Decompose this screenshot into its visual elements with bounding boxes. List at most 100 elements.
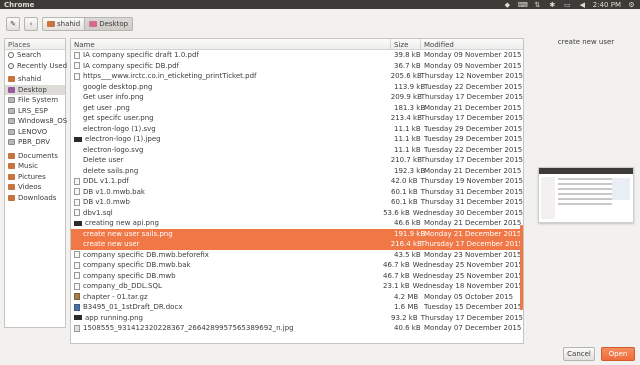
music-folder-icon xyxy=(8,163,15,170)
keyboard-icon[interactable]: ⌨ xyxy=(518,1,528,8)
file-row[interactable]: company specific DB.mwb.bak 46.7 kB Wednes… xyxy=(71,260,523,271)
sidebar-item-label: Music xyxy=(18,162,38,171)
file-name-cell: create new user xyxy=(71,240,388,248)
file-row[interactable]: https___www.irctc.co.in_eticketing_print… xyxy=(71,71,523,82)
type-location-button[interactable]: ✎ xyxy=(6,16,20,31)
file-row[interactable]: app running.png 93.2 kB Thursday 17 Decemb… xyxy=(71,313,523,324)
sidebar-item-label: Downloads xyxy=(18,193,57,202)
sidebar-item-music[interactable]: Music xyxy=(5,161,65,172)
file-row[interactable]: Delete user 210.7 kB Thursday 17 December … xyxy=(71,155,523,166)
file-icon xyxy=(74,72,80,80)
file-name: delete sails.png xyxy=(83,166,139,175)
file-name: electron-logo.svg xyxy=(83,145,144,154)
sidebar-item-lenovo[interactable]: LENOVO xyxy=(5,127,65,138)
sidebar-item-lrs-esp[interactable]: LRS_ESP xyxy=(5,106,65,117)
file-size: 53.6 kB xyxy=(383,208,410,217)
file-name-cell: company specific DB.mwb xyxy=(71,272,380,280)
breadcrumb-shahid[interactable]: shahid xyxy=(43,17,86,30)
file-modified: Thursday 17 December 2015 xyxy=(420,240,523,249)
sidebar-item-windows8-os[interactable]: Windows8_OS xyxy=(5,116,67,127)
file-name-cell: get user .png xyxy=(71,104,391,112)
file-row[interactable]: DB v1.0.mwb 60.1 kB Thursday 31 December 2… xyxy=(71,197,523,208)
bluetooth-icon[interactable]: ✱ xyxy=(548,1,557,8)
back-button[interactable]: ‹ xyxy=(24,16,38,31)
file-modified: Thursday 31 December 2015 xyxy=(420,198,523,207)
file-size: 40.6 kB xyxy=(394,324,421,333)
sidebar-item-shahid[interactable]: shahid xyxy=(5,74,65,85)
file-row[interactable]: get specifc user.png 213.4 kB Thursday 17 … xyxy=(71,113,523,124)
cancel-button[interactable]: Cancel xyxy=(563,347,595,361)
file-row[interactable]: IA company specific draft 1.0.pdf 39.8 kB… xyxy=(71,50,523,61)
file-row[interactable]: DB v1.0.mwb.bak 60.1 kB Thursday 31 Decemb… xyxy=(71,187,523,198)
file-modified: Thursday 17 December 2015 xyxy=(420,93,523,102)
sidebar-item-videos[interactable]: Videos xyxy=(5,182,65,193)
file-icon xyxy=(74,293,80,301)
file-name-cell: get specifc user.png xyxy=(71,114,388,122)
file-row[interactable]: dbv1.sql 53.6 kB Wednesday 30 December 201… xyxy=(71,208,523,219)
file-row[interactable]: delete sails.png 192.3 kB Monday 21 Decemb… xyxy=(71,166,523,177)
top-panel: Chrome ◆ ⌨ ⇅ ✱ ▭ ◀ 2:40 PM ⚙ xyxy=(0,0,640,9)
file-name: company specific DB.mwb.bak xyxy=(83,261,191,270)
file-row[interactable]: company specific DB.mwb.beforefix 43.5 kB… xyxy=(71,250,523,261)
file-row[interactable]: electron-logo (1).jpeg 11.1 kB Tuesday 29 … xyxy=(71,134,523,145)
breadcrumb-desktop[interactable]: Desktop xyxy=(85,17,133,30)
file-modified: Monday 21 December 2015 xyxy=(424,229,522,238)
file-name: Get user info.png xyxy=(83,93,144,102)
sidebar-item-label: Videos xyxy=(18,183,42,192)
file-row[interactable]: electron-logo.svg 11.1 kB Tuesday 22 Decem… xyxy=(71,145,523,156)
sidebar-item-recently-used[interactable]: Recently Used xyxy=(5,61,67,72)
file-name-cell: creating new api.png xyxy=(71,219,391,227)
file-row[interactable]: B3495_01_1stDraft_DR.docx 1.6 MB Tuesday 1… xyxy=(71,302,523,313)
sidebar-item-downloads[interactable]: Downloads xyxy=(5,193,65,204)
column-header-modified[interactable]: Modified xyxy=(421,39,523,49)
file-row[interactable]: company specific DB.mwb 46.7 kB Wednesday … xyxy=(71,271,523,282)
settings-icon[interactable]: ⚙ xyxy=(627,1,636,8)
file-row[interactable]: Get user info.png 209.9 kB Thursday 17 Dec… xyxy=(71,92,523,103)
file-name: chapter - 01.tar.gz xyxy=(83,292,148,301)
file-row[interactable]: google desktop.png 113.9 kB Tuesday 22 Dec… xyxy=(71,82,523,93)
sidebar-item-label: LRS_ESP xyxy=(18,106,48,115)
file-row[interactable]: IA company specific DB.pdf 36.7 kB Monday … xyxy=(71,61,523,72)
sidebar-item-label: LENOVO xyxy=(18,127,48,136)
file-name-cell: company specific DB.mwb.beforefix xyxy=(71,251,391,259)
file-name-cell: DB v1.0.mwb xyxy=(71,198,388,206)
sidebar-item-pictures[interactable]: Pictures xyxy=(5,172,65,183)
volume-icon[interactable]: ◀ xyxy=(578,1,587,8)
file-row[interactable]: chapter - 01.tar.gz 4.2 MB Monday 05 Octob… xyxy=(71,292,523,303)
file-modified: Tuesday 29 December 2015 xyxy=(424,124,523,133)
file-size: 60.1 kB xyxy=(391,187,418,196)
file-row[interactable]: creating new api.png 46.6 kB Monday 21 Dec… xyxy=(71,218,523,229)
file-row[interactable]: create new user sails.png 191.9 kB Monday … xyxy=(71,228,523,239)
file-size: 46.6 kB xyxy=(394,219,421,228)
sidebar-item-pbr-drv[interactable]: PBR_DRV xyxy=(5,137,65,148)
clock[interactable]: 2:40 PM xyxy=(593,1,621,9)
column-header-size[interactable]: Size xyxy=(391,39,421,49)
file-row[interactable]: 1508555_931412320228367_2664289957565389… xyxy=(71,323,523,334)
sidebar-item-documents[interactable]: Documents xyxy=(5,151,65,162)
file-row[interactable]: create new user 216.4 kB Thursday 17 Decem… xyxy=(71,239,523,250)
file-name: google desktop.png xyxy=(83,82,153,91)
scrollbar-thumb[interactable] xyxy=(520,225,523,310)
preview-thumbnail xyxy=(538,167,634,223)
sidebar-item-search[interactable]: Search xyxy=(5,50,65,61)
sidebar-item-label: Search xyxy=(17,51,42,60)
dropbox-icon[interactable]: ◆ xyxy=(503,1,512,8)
pencil-icon: ✎ xyxy=(10,19,16,28)
file-size: 36.7 kB xyxy=(394,61,421,70)
file-name: company_db_DDL.SQL xyxy=(83,282,162,291)
file-size: 210.7 kB xyxy=(390,156,422,165)
sidebar-item-file-system[interactable]: File System xyxy=(5,95,65,106)
sidebar-item-desktop[interactable]: Desktop xyxy=(5,84,65,95)
file-row[interactable]: electron-logo (1).svg 11.1 kB Tuesday 29 D… xyxy=(71,124,523,135)
file-row[interactable]: company_db_DDL.SQL 23.1 kB Wednesday 18 No… xyxy=(71,281,523,292)
places-header: Places xyxy=(5,39,65,50)
open-button[interactable]: Open xyxy=(601,347,635,361)
file-list-scrollbar[interactable] xyxy=(520,50,523,343)
file-row[interactable]: DDL v1.1.pdf 42.0 kB Thursday 19 November … xyxy=(71,176,523,187)
column-header-name[interactable]: Name xyxy=(71,39,391,49)
network-icon[interactable]: ⇅ xyxy=(533,1,542,8)
battery-icon[interactable]: ▭ xyxy=(563,1,572,8)
file-row[interactable]: get user .png 181.3 kB Monday 21 December … xyxy=(71,103,523,114)
file-modified: Tuesday 22 December 2015 xyxy=(424,145,523,154)
file-icon xyxy=(74,125,80,132)
